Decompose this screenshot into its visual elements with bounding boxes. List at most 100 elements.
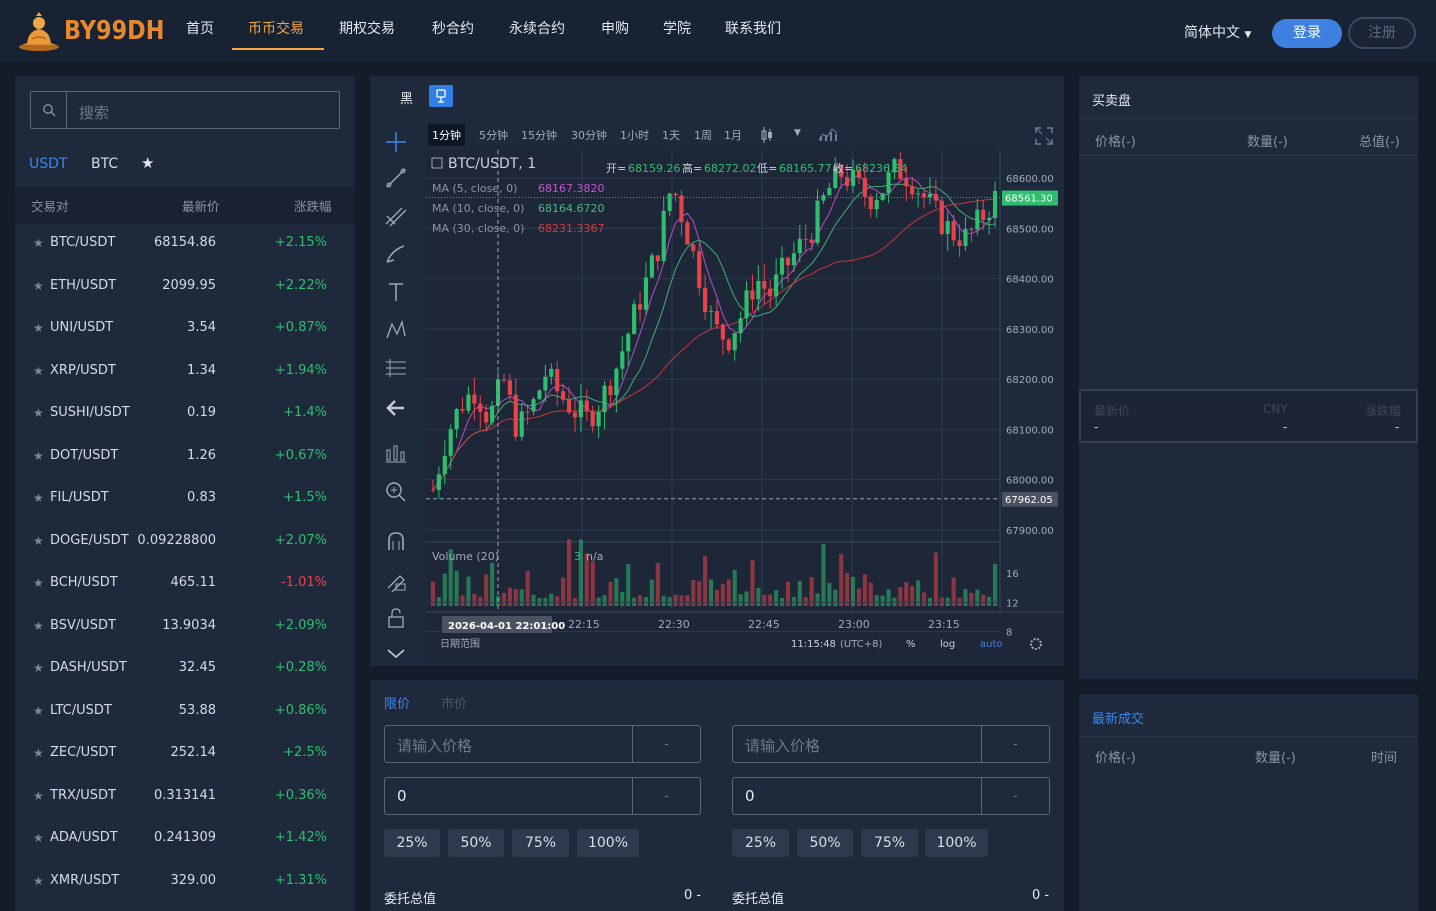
theme-dark-toggle[interactable]: 黑 [400,88,413,107]
market-row[interactable]: ★ DOGE/USDT 0.09228800 +2.07% [15,522,355,564]
nav-spot-trading[interactable]: 币币交易 [232,0,324,50]
candle-body[interactable] [673,193,678,196]
buy-amount-input[interactable]: 0 [397,787,407,805]
arrow-back-icon[interactable] [384,396,408,420]
candle-body[interactable] [430,489,436,491]
favorite-star-icon[interactable]: ★ [33,352,44,390]
timeframe-4[interactable]: 1小时 [616,124,653,146]
candle-body[interactable] [466,394,471,411]
candle-body[interactable] [987,218,992,221]
candle-body[interactable] [732,332,737,351]
nav-academy[interactable]: 学院 [663,0,691,50]
candle-style-icon[interactable] [760,126,774,144]
candle-body[interactable] [868,196,873,210]
search-field[interactable]: 搜索 [30,91,340,129]
candle-body[interactable] [531,399,536,412]
candle-body[interactable] [726,339,731,351]
candle-body[interactable] [549,368,554,377]
candle-body[interactable] [602,385,607,413]
favorite-star-icon[interactable]: ★ [33,692,44,730]
buy-price-field[interactable]: 请输入价格 - [384,725,701,763]
candle-body[interactable] [714,311,720,325]
login-button[interactable]: 登录 [1272,19,1342,48]
candle-body[interactable] [845,176,850,186]
nav-second-contract[interactable]: 秒合约 [432,0,474,50]
timeframe-0[interactable]: 1分钟 [428,124,465,146]
candle-body[interactable] [785,257,791,266]
favorite-star-icon[interactable]: ★ [33,224,44,262]
crosshair-tool-icon[interactable] [384,130,408,154]
candle-body[interactable] [744,290,749,319]
sell-pct-50[interactable]: 50% [797,829,853,857]
favorite-star-icon[interactable]: ★ [33,267,44,305]
candle-body[interactable] [507,380,512,395]
candle-body[interactable] [679,195,684,223]
timeframe-5[interactable]: 1天 [658,124,684,146]
buy-pct-100[interactable]: 100% [577,829,639,857]
favorite-star-icon[interactable]: ★ [33,819,44,857]
candle-body[interactable] [768,288,773,297]
market-row[interactable]: ★ DASH/USDT 32.45 +0.28% [15,649,355,691]
candle-body[interactable] [779,257,785,275]
favorite-star-icon[interactable]: ★ [33,564,44,602]
candle-body[interactable] [490,405,495,423]
market-row[interactable]: ★ ADA/USDT 0.241309 +1.42% [15,819,355,861]
candle-body[interactable] [478,403,483,412]
sell-pct-25[interactable]: 25% [732,829,789,857]
candle-body[interactable] [519,411,524,437]
fullscreen-icon[interactable] [1034,126,1054,146]
candle-body[interactable] [649,255,654,278]
register-button[interactable]: 注册 [1348,17,1416,49]
market-row[interactable]: ★ BSV/USDT 13.9034 +2.09% [15,607,355,649]
candle-body[interactable] [981,209,986,221]
candle-body[interactable] [933,193,938,201]
nav-options[interactable]: 期权交易 [339,0,395,50]
text-tool-icon[interactable] [384,280,408,304]
candlestick-chart[interactable]: 68600.00 68500.00 68400.00 68300.00 68200.00… [426,150,1062,658]
chevron-down-icon[interactable] [384,644,408,662]
candle-body[interactable] [460,409,465,411]
candle-body[interactable] [685,222,690,245]
sell-price-input[interactable]: 请输入价格 [745,735,820,756]
candle-body[interactable] [643,277,649,310]
candle-body[interactable] [555,368,560,392]
favorite-star-icon[interactable]: ★ [33,437,44,475]
candle-body[interactable] [442,455,447,475]
timeframe-7[interactable]: 1月 [720,124,746,146]
buy-pct-50[interactable]: 50% [448,829,504,857]
favorite-star-icon[interactable]: ★ [33,394,44,432]
candle-body[interactable] [513,394,518,437]
candle-body[interactable] [697,251,702,288]
candle-body[interactable] [803,238,808,240]
indicators-icon[interactable] [818,126,838,142]
candle-body[interactable] [827,188,832,196]
market-row[interactable]: ★ ETH/USDT 2099.95 +2.22% [15,267,355,309]
candle-body[interactable] [572,412,578,418]
tab-btc[interactable]: BTC [91,156,118,172]
candle-body[interactable] [608,385,613,396]
candle-body[interactable] [584,400,589,412]
market-row[interactable]: ★ BCH/USDT 465.11 -1.01% [15,564,355,606]
market-row[interactable]: ★ LTC/USDT 53.88 +0.86% [15,692,355,734]
timeframe-1[interactable]: 5分钟 [475,124,512,146]
fib-tool-icon[interactable] [384,204,408,228]
sell-pct-75[interactable]: 75% [861,829,918,857]
long-position-icon[interactable] [384,440,408,464]
candle-body[interactable] [874,199,879,210]
market-row[interactable]: ★ DOT/USDT 1.26 +0.67% [15,437,355,479]
candle-body[interactable] [525,411,530,413]
candle-body[interactable] [703,287,708,312]
favorite-star-icon[interactable]: ★ [33,479,44,517]
candle-body[interactable] [756,281,761,300]
favorites-star-icon[interactable]: ★ [141,154,154,172]
candle-body[interactable] [975,209,980,230]
candle-body[interactable] [916,193,921,195]
candle-body[interactable] [738,318,743,333]
timeframe-2[interactable]: 15分钟 [517,124,561,146]
candle-body[interactable] [921,193,927,198]
candle-body[interactable] [472,394,477,404]
candle-body[interactable] [484,411,489,423]
theme-light-toggle[interactable] [429,85,453,107]
candle-body[interactable] [774,274,779,297]
market-row[interactable]: ★ BTC/USDT 68154.86 +2.15% [15,224,355,266]
